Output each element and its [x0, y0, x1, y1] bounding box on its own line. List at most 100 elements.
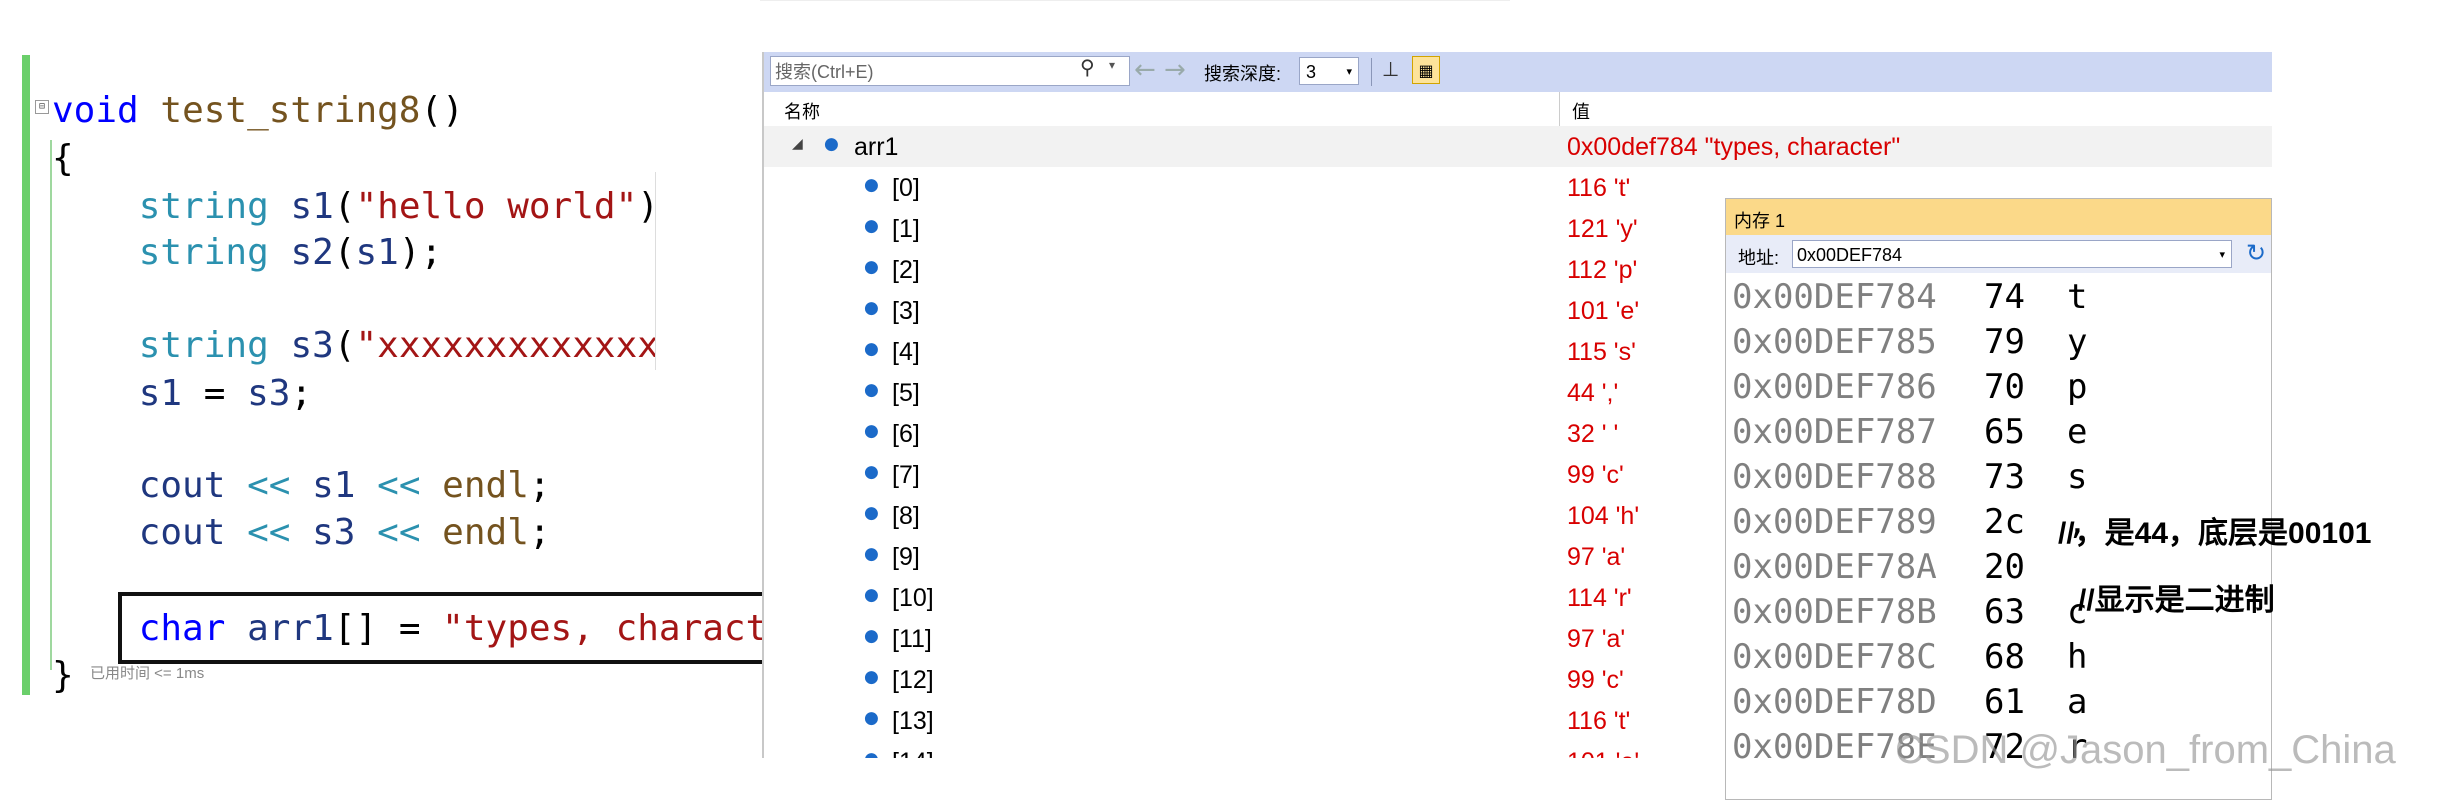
column-value-header[interactable]: 值	[1572, 98, 1590, 124]
code-line[interactable]: s1 = s3;	[52, 373, 312, 414]
refresh-icon[interactable]: ↻	[2246, 239, 2266, 267]
variable-icon: ●	[824, 134, 839, 154]
memory-address: 0x00DEF784	[1732, 277, 1937, 317]
watch-row-name: [1]	[892, 215, 920, 243]
search-input[interactable]: 搜索(Ctrl+E)	[770, 56, 1130, 86]
code-line[interactable]: cout << s3 << endl;	[52, 512, 551, 553]
memory-row[interactable]: 0x00DEF785 79 y	[1732, 322, 2271, 367]
column-divider[interactable]	[1559, 92, 1560, 126]
code-line[interactable]: string s2(s1);	[52, 232, 443, 273]
memory-title-bar[interactable]: 内存 1	[1726, 199, 2271, 235]
memory-row[interactable]: 0x00DEF78D 61 a	[1732, 682, 2271, 727]
variable-icon: ●	[864, 216, 879, 236]
memory-row[interactable]: 0x00DEF787 65 e	[1732, 412, 2271, 457]
code-editor[interactable]: ⊟ void test_string8(){ string s1("hello …	[0, 0, 798, 795]
code-token: string	[138, 325, 269, 366]
overlay-mask	[655, 172, 776, 370]
code-token: cout	[138, 465, 226, 506]
watch-row-value: 44 ','	[1567, 379, 1619, 407]
code-token: (	[333, 325, 356, 366]
watch-row-name: [6]	[892, 420, 920, 448]
memory-address: 0x00DEF78A	[1732, 547, 1937, 587]
memory-address: 0x00DEF78B	[1732, 592, 1937, 632]
variable-icon: ●	[864, 708, 879, 728]
search-icon[interactable]: ⚲	[1080, 55, 1095, 79]
variable-icon: ●	[864, 421, 879, 441]
variable-icon: ●	[864, 585, 879, 605]
watch-row-name: [0]	[892, 174, 920, 202]
collapse-toggle-icon[interactable]: ⊟	[35, 100, 49, 114]
watch-row-name: [8]	[892, 502, 920, 530]
forward-arrow-icon[interactable]: →	[1164, 55, 1186, 85]
watch-row-value: 101 'e'	[1567, 297, 1640, 325]
watch-row-name: [5]	[892, 379, 920, 407]
memory-row[interactable]: 0x00DEF786 70 p	[1732, 367, 2271, 412]
memory-char: p	[2067, 367, 2088, 407]
memory-address: 0x00DEF78C	[1732, 637, 1937, 677]
memory-hex: 73	[1984, 457, 2025, 497]
top-edge-lines	[660, 0, 1510, 11]
memory-row[interactable]: 0x00DEF784 74 t	[1732, 277, 2271, 322]
address-input[interactable]: 0x00DEF784 ▾	[1792, 240, 2232, 268]
search-depth-select[interactable]: 3 ▾	[1299, 57, 1359, 85]
code-token: endl	[442, 512, 529, 553]
code-line[interactable]: }	[52, 655, 74, 696]
memory-char: y	[2067, 322, 2088, 362]
code-token: (	[333, 186, 356, 227]
memory-hex: 20	[1984, 547, 2025, 587]
watch-row-value: 116 't'	[1567, 174, 1631, 202]
watch-row-name: [13]	[892, 707, 934, 735]
annotation-note-1: //，是44，底层是00101	[2058, 517, 2372, 550]
column-name-header[interactable]: 名称	[784, 98, 820, 124]
memory-address: 0x00DEF78D	[1732, 682, 1937, 722]
memory-hex: 70	[1984, 367, 2025, 407]
chevron-down-icon[interactable]: ▾	[2219, 241, 2225, 269]
watch-row-value: 0x00def784 "types, character"	[1567, 133, 1901, 161]
watch-row-value: 101 'e'	[1567, 748, 1639, 758]
expand-triangle-icon[interactable]: ◢	[792, 136, 803, 152]
watch-row-value: 116 't'	[1567, 707, 1631, 735]
memory-window[interactable]: 内存 1 地址: 0x00DEF784 ▾ ↻ 0x00DEF784 74 t 0x0…	[1725, 198, 2272, 800]
code-line[interactable]: string s1("hello world");	[52, 186, 681, 227]
code-token: s3	[247, 373, 291, 414]
memory-row[interactable]: 0x00DEF78C 68 h	[1732, 637, 2271, 682]
memory-row[interactable]: 0x00DEF788 73 s	[1732, 457, 2271, 502]
watch-row-name: [14]	[892, 748, 934, 758]
code-token: ()	[420, 90, 464, 131]
watch-row-arr1[interactable]: ◢ ● arr1 0x00def784 "types, character"	[764, 126, 2272, 167]
variable-icon: ●	[864, 749, 879, 758]
code-line[interactable]: cout << s1 << endl;	[52, 465, 551, 506]
code-line[interactable]: string s3("xxxxxxxxxxxxxx	[52, 325, 681, 366]
watch-row-value: 99 'c'	[1567, 461, 1624, 489]
watch-row-value: 97 'a'	[1567, 543, 1626, 571]
watch-row-value: 112 'p'	[1567, 256, 1638, 284]
variable-icon: ●	[864, 462, 879, 482]
variable-icon: ●	[864, 339, 879, 359]
code-token: s1	[355, 232, 399, 273]
memory-char: s	[2067, 457, 2088, 497]
hex-display-icon[interactable]: ▦	[1412, 56, 1440, 84]
code-line[interactable]: void test_string8()	[52, 90, 464, 131]
watch-row-value: 97 'a'	[1567, 625, 1626, 653]
variable-icon: ●	[864, 503, 879, 523]
memory-address: 0x00DEF787	[1732, 412, 1937, 452]
back-arrow-icon[interactable]: ←	[1134, 55, 1156, 85]
watch-row-name: [10]	[892, 584, 934, 612]
change-indicator-bar	[22, 55, 30, 695]
memory-address: 0x00DEF788	[1732, 457, 1937, 497]
code-token: "hello world"	[355, 186, 638, 227]
code-token: s1	[312, 465, 356, 506]
memory-char: t	[2067, 277, 2088, 317]
code-token: (	[333, 232, 356, 273]
pin-icon[interactable]: ⊥	[1382, 57, 1399, 81]
watch-row-value: 32 ' '	[1567, 420, 1619, 448]
code-token: endl	[442, 465, 529, 506]
code-token: <<	[225, 512, 313, 553]
search-dropdown-icon[interactable]: ▾	[1109, 58, 1115, 72]
watch-row-value: 114 'r'	[1567, 584, 1632, 612]
variable-icon: ●	[864, 257, 879, 277]
code-line[interactable]: {	[52, 138, 74, 179]
